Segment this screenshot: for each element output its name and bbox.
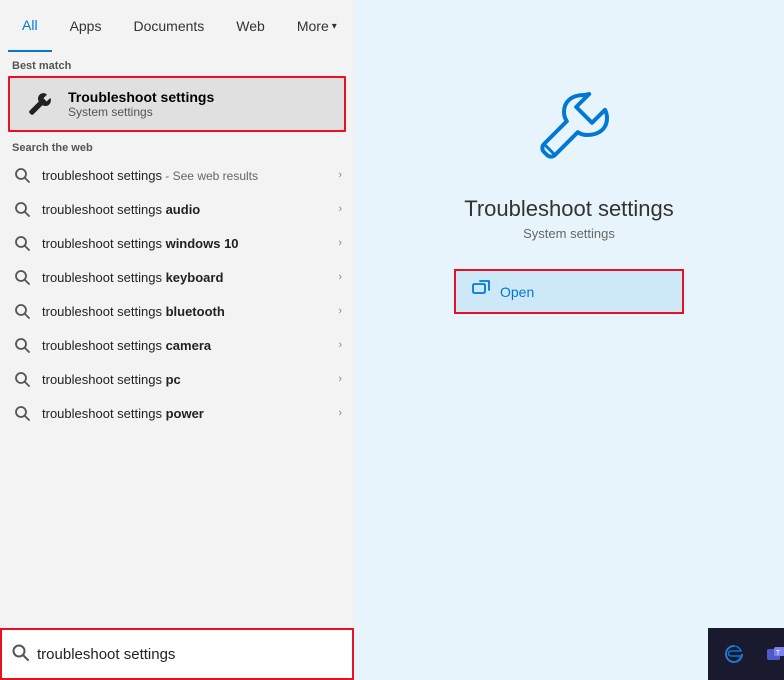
tab-more-label: More [297,18,329,34]
tab-documents[interactable]: Documents [119,0,218,52]
chevron-right-icon: › [338,169,342,181]
tab-all[interactable]: All [8,0,52,52]
open-button-container: Open [454,269,684,314]
search-item-text: troubleshoot settings camera [42,338,334,353]
search-item-windows10[interactable]: troubleshoot settings windows 10 › [0,226,354,260]
chevron-right-icon: › [338,203,342,215]
search-item-text: troubleshoot settings windows 10 [42,236,334,251]
search-bar[interactable] [0,628,354,680]
search-item-text: troubleshoot settings power [42,406,334,421]
external-link-icon [472,280,490,303]
tab-apps[interactable]: Apps [56,0,116,52]
chevron-down-icon: ▾ [332,21,337,32]
chevron-right-icon: › [338,339,342,351]
search-bar-icon [12,644,29,665]
search-item-power[interactable]: troubleshoot settings power › [0,396,354,430]
search-icon [12,233,32,253]
search-item-text: troubleshoot settings bluetooth [42,304,334,319]
search-icon [12,267,32,287]
best-match-subtitle: System settings [68,105,214,119]
taskbar-teams[interactable]: T [758,636,784,672]
search-icon [12,403,32,423]
search-item-pc[interactable]: troubleshoot settings pc › [0,362,354,396]
search-item-web-results[interactable]: troubleshoot settings - See web results … [0,158,354,192]
chevron-right-icon: › [338,271,342,283]
search-item-keyboard[interactable]: troubleshoot settings keyboard › [0,260,354,294]
search-icon [12,301,32,321]
right-app-title: Troubleshoot settings [464,196,674,222]
chevron-right-icon: › [338,407,342,419]
search-input[interactable] [37,646,342,663]
tab-more[interactable]: More ▾ [283,0,351,52]
search-item-text: troubleshoot settings - See web results [42,168,334,183]
best-match-label: Best match [0,52,354,76]
open-button[interactable]: Open [454,269,684,314]
svg-text:T: T [776,650,781,657]
right-panel-header: N ··· ✕ [708,0,784,52]
tab-web[interactable]: Web [222,0,279,52]
search-icon [12,369,32,389]
taskbar-edge[interactable] [716,636,752,672]
open-button-label: Open [500,284,534,300]
search-item-camera[interactable]: troubleshoot settings camera › [0,328,354,362]
left-panel: All Apps Documents Web More ▾ Best match… [0,0,354,680]
chevron-right-icon: › [338,305,342,317]
search-icon [12,199,32,219]
best-match-title: Troubleshoot settings [68,89,214,105]
search-item-audio[interactable]: troubleshoot settings audio › [0,192,354,226]
tabs-row: All Apps Documents Web More ▾ [0,0,354,52]
best-match-item[interactable]: Troubleshoot settings System settings [8,76,346,132]
right-app-subtitle: System settings [523,226,615,241]
best-match-text: Troubleshoot settings System settings [68,89,214,119]
chevron-right-icon: › [338,237,342,249]
search-item-text: troubleshoot settings pc [42,372,334,387]
search-item-text: troubleshoot settings keyboard [42,270,334,285]
search-web-label: Search the web [0,132,354,158]
chevron-right-icon: › [338,373,342,385]
search-icon [12,335,32,355]
taskbar: T [708,628,784,680]
app-icon [519,80,619,180]
search-item-bluetooth[interactable]: troubleshoot settings bluetooth › [0,294,354,328]
search-icon [12,165,32,185]
right-panel: N ··· ✕ Troubleshoot settings System set… [354,0,784,680]
wrench-icon [22,86,58,122]
search-item-text: troubleshoot settings audio [42,202,334,217]
right-app-info: Troubleshoot settings System settings Op… [454,80,684,314]
